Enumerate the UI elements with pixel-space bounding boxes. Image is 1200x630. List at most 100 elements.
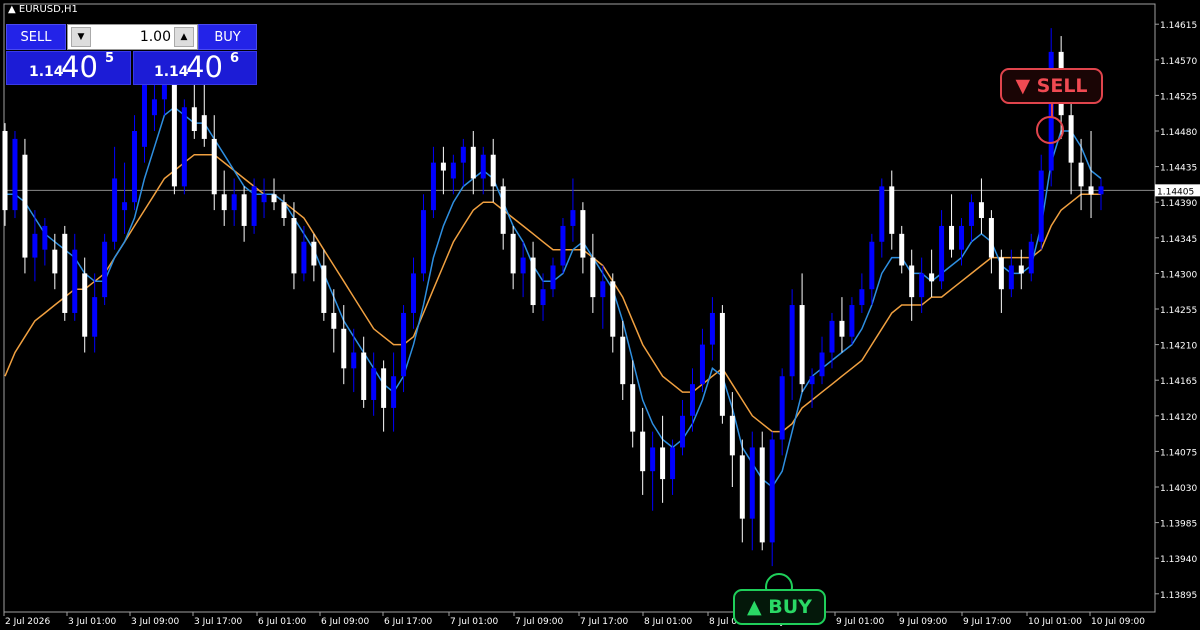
collapse-triangle-icon[interactable]: ▲ bbox=[8, 4, 16, 15]
candle-body bbox=[411, 273, 417, 313]
candle-body bbox=[630, 384, 636, 432]
candle-body bbox=[759, 447, 765, 543]
bullish-candle bbox=[550, 257, 556, 298]
symbol-timeframe-label: ▲ EURUSD,H1 bbox=[8, 4, 78, 15]
bullish-candle bbox=[849, 297, 855, 345]
bearish-candle bbox=[1088, 130, 1094, 219]
y-tick-label: 1.14480 bbox=[1160, 128, 1197, 138]
candle-body bbox=[1078, 162, 1084, 187]
candle-body bbox=[391, 376, 397, 408]
candle-body bbox=[271, 194, 277, 203]
candle-body bbox=[739, 455, 745, 519]
bullish-candle bbox=[391, 352, 397, 432]
bullish-candle bbox=[1028, 233, 1034, 282]
bearish-candle bbox=[321, 249, 327, 321]
candle-body bbox=[869, 241, 875, 290]
bullish-candle bbox=[112, 146, 118, 250]
x-tick-label: 10 Jul 01:00 bbox=[1028, 617, 1082, 627]
candle-body bbox=[570, 210, 576, 226]
x-tick-label: 9 Jul 17:00 bbox=[963, 617, 1012, 627]
y-tick-label: 1.14165 bbox=[1160, 377, 1197, 387]
x-tick-label: 6 Jul 01:00 bbox=[258, 617, 307, 627]
candle-body bbox=[261, 194, 267, 203]
candle-body bbox=[112, 178, 118, 242]
candle-body bbox=[650, 447, 656, 472]
candle-body bbox=[480, 154, 486, 179]
candle-body bbox=[1038, 170, 1044, 242]
candle-body bbox=[859, 289, 865, 306]
candle-body bbox=[430, 162, 436, 211]
buy-price-fraction: 6 bbox=[230, 51, 240, 66]
bullish-candle bbox=[181, 99, 187, 195]
candle-body bbox=[540, 289, 546, 306]
bullish-candle bbox=[819, 336, 825, 385]
y-tick-label: 1.14120 bbox=[1160, 413, 1197, 423]
candle-body bbox=[231, 194, 237, 211]
lot-size-value[interactable]: 1.00 bbox=[140, 29, 171, 45]
bearish-candle bbox=[640, 407, 646, 495]
candle-body bbox=[809, 376, 815, 385]
chart-axes bbox=[3, 3, 1159, 616]
candle-body bbox=[929, 273, 935, 282]
bearish-candle bbox=[361, 336, 367, 408]
bullish-candle bbox=[689, 368, 695, 432]
bearish-candle bbox=[909, 249, 915, 321]
candle-body bbox=[829, 320, 835, 353]
buy-price-prefix: 1.14 bbox=[154, 64, 189, 80]
candle-body bbox=[102, 241, 108, 298]
candle-body bbox=[201, 115, 207, 139]
candle-body bbox=[1008, 265, 1014, 290]
candle-body bbox=[42, 225, 48, 250]
x-tick-label: 6 Jul 09:00 bbox=[321, 617, 370, 627]
sell-price-button[interactable]: 1.14 40 5 bbox=[6, 50, 131, 85]
lot-size-field[interactable]: ▼ 1.00 ▲ bbox=[67, 24, 198, 50]
candle-body bbox=[92, 297, 98, 337]
candle-body bbox=[1088, 186, 1094, 195]
candle-body bbox=[420, 210, 426, 274]
buy-button[interactable]: BUY bbox=[198, 24, 257, 50]
candle-body bbox=[749, 447, 755, 519]
x-tick-label: 9 Jul 01:00 bbox=[836, 617, 885, 627]
candle-body bbox=[1018, 265, 1024, 274]
candle-body bbox=[171, 67, 177, 187]
candle-body bbox=[72, 249, 78, 313]
bearish-candle bbox=[62, 225, 68, 321]
y-tick-label: 1.14615 bbox=[1160, 21, 1197, 31]
candle-body bbox=[381, 368, 387, 408]
candle-body bbox=[600, 281, 606, 298]
y-tick-label: 1.14525 bbox=[1160, 92, 1197, 102]
bullish-candle bbox=[132, 115, 138, 211]
bearish-candle bbox=[660, 415, 666, 503]
y-tick-label: 1.14570 bbox=[1160, 57, 1197, 67]
x-tick-label: 3 Jul 01:00 bbox=[68, 617, 117, 627]
candle-body bbox=[610, 281, 616, 337]
x-tick-label: 3 Jul 09:00 bbox=[131, 617, 180, 627]
candle-body bbox=[490, 154, 496, 187]
moving-averages bbox=[4, 106, 1102, 489]
candle-body bbox=[670, 447, 676, 480]
candle-body bbox=[191, 107, 197, 131]
buy-price-button[interactable]: 1.14 40 6 bbox=[133, 50, 257, 85]
lot-increase-icon[interactable]: ▲ bbox=[174, 27, 194, 47]
candle-body bbox=[899, 233, 905, 266]
sell-signal-badge: ▼ SELL bbox=[1000, 68, 1103, 104]
candle-body bbox=[12, 138, 18, 211]
lot-decrease-icon[interactable]: ▼ bbox=[71, 27, 91, 47]
bearish-candle bbox=[530, 241, 536, 313]
sell-price-fraction: 5 bbox=[105, 51, 115, 66]
candle-body bbox=[729, 415, 735, 456]
candle-body bbox=[291, 218, 297, 274]
bearish-candle bbox=[22, 138, 28, 274]
candle-body bbox=[620, 336, 626, 385]
candle-body bbox=[998, 257, 1004, 290]
bullish-candle bbox=[450, 154, 456, 195]
sell-button[interactable]: SELL bbox=[6, 24, 66, 50]
bearish-candle bbox=[490, 138, 496, 203]
candle-body bbox=[211, 138, 217, 195]
signal-markers bbox=[765, 104, 1064, 601]
bearish-candle bbox=[1018, 249, 1024, 290]
candle-body bbox=[401, 312, 407, 377]
bullish-candle bbox=[709, 297, 715, 361]
candle-body bbox=[909, 265, 915, 298]
x-tick-label: 3 Jul 17:00 bbox=[194, 617, 243, 627]
